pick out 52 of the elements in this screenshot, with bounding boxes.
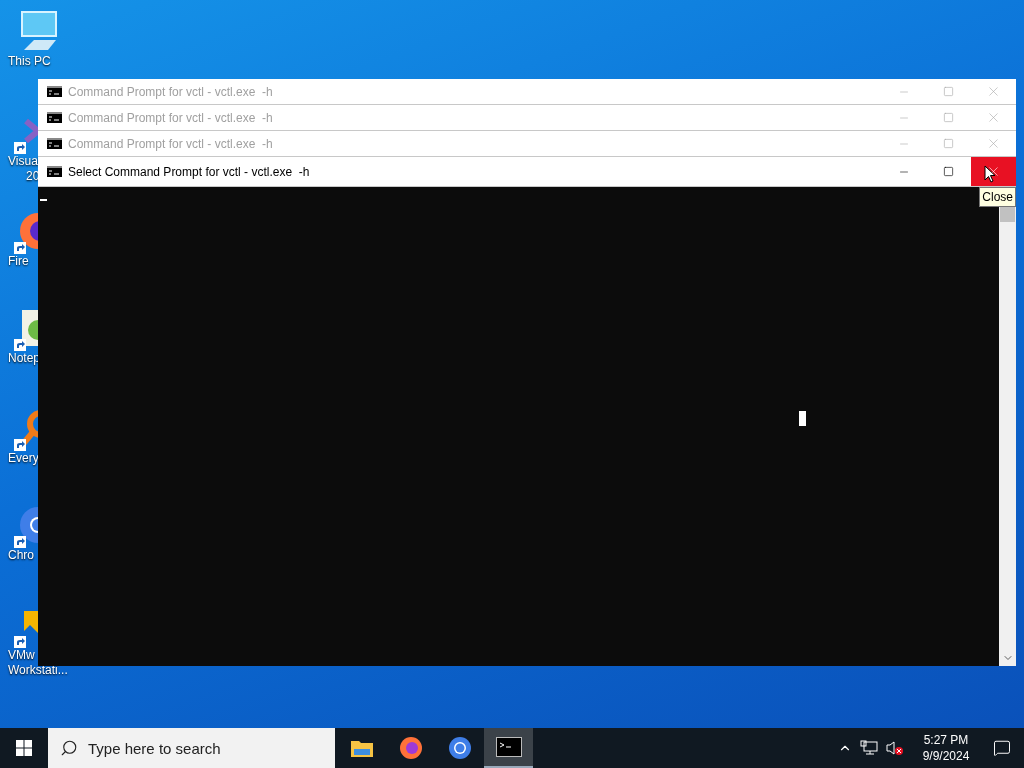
clock-date: 9/9/2024 (922, 748, 970, 764)
shortcut-label: Every (7, 451, 39, 466)
network-icon[interactable] (860, 740, 878, 756)
shortcut-label: Workstati... (7, 663, 68, 678)
firefox-logo-icon (398, 736, 423, 760)
window-title-bar[interactable]: Select Command Prompt for vctl - vctl.exe -h (38, 157, 1016, 187)
shortcut-arrow-icon (14, 536, 26, 548)
close-icon (986, 164, 1001, 179)
terminal-icon (47, 138, 62, 149)
search-field[interactable]: Type here to search (48, 728, 335, 768)
maximize-icon (943, 86, 954, 97)
close-icon (986, 136, 1001, 151)
magnifier-icon (21, 410, 38, 446)
window-title: Command Prompt for vctl - vctl.exe -h (68, 135, 274, 153)
shortcut-arrow-icon (14, 636, 26, 648)
shortcut-arrow-icon (14, 339, 26, 351)
close-icon (986, 84, 1001, 99)
maximize-icon (943, 166, 954, 177)
text-cursor (40, 199, 47, 201)
terminal-icon (47, 86, 62, 97)
taskbar-app[interactable] (484, 728, 533, 768)
volume-muted-icon[interactable] (886, 740, 904, 756)
maximize-icon (943, 138, 954, 149)
shortcut-label: VMw (7, 648, 35, 663)
notepad-icon (22, 310, 38, 346)
window-title: Command Prompt for vctl - vctl.exe -h (68, 83, 274, 101)
folder-icon (349, 738, 374, 758)
terminal-icon (47, 112, 62, 123)
shortcut-label: Chro (7, 548, 34, 563)
terminal-icon (47, 166, 62, 177)
shortcut-arrow-icon (14, 242, 26, 254)
clock-time: 5:27 PM (923, 732, 969, 748)
mouse-pointer-icon (984, 165, 996, 183)
search-icon (60, 739, 78, 757)
chrome-logo-icon (447, 736, 472, 760)
clock[interactable]: 5:27 PM 9/9/2024 (914, 732, 978, 764)
window-title: Select Command Prompt for vctl - vctl.exe -h (68, 163, 311, 181)
shortcut-label: 20 (25, 169, 40, 184)
terminal-icon (495, 737, 522, 757)
selection-block (799, 411, 806, 426)
shortcut-arrow-icon (14, 439, 26, 451)
shortcut-label: This PC (7, 54, 51, 69)
close-icon (986, 110, 1001, 125)
windows-logo-icon (16, 740, 32, 756)
close-button[interactable] (971, 157, 1016, 186)
maximize-icon (943, 112, 954, 123)
shortcut-label: Visual (7, 154, 41, 169)
shortcut-label: Fire (7, 254, 29, 269)
shortcut-arrow-icon (14, 142, 26, 154)
window-title: Command Prompt for vctl - vctl.exe -h (68, 109, 274, 127)
notification-icon (993, 739, 1011, 757)
tooltip: Close (979, 187, 1016, 207)
